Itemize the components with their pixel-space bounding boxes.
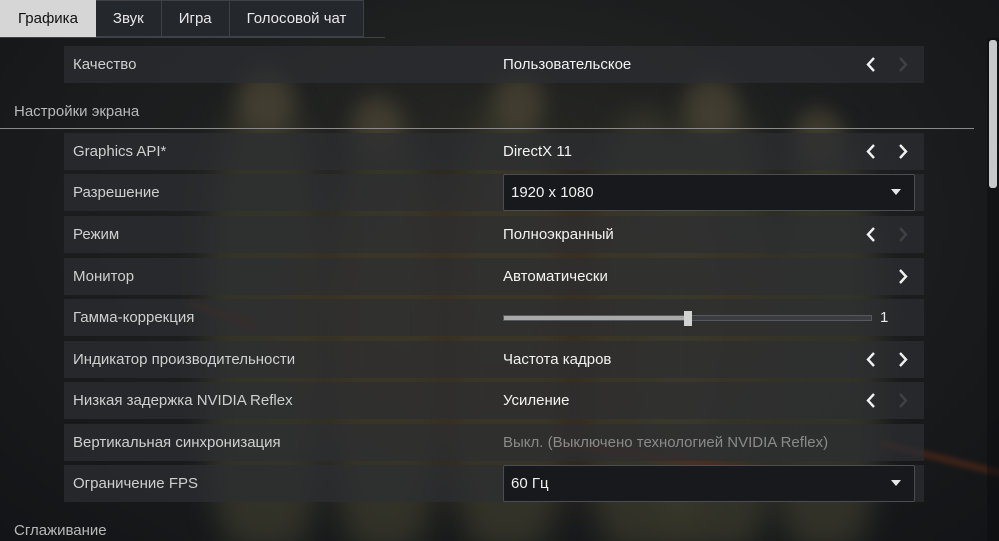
setting-label: Режим — [73, 226, 120, 243]
tab-graphics[interactable]: Графика — [0, 0, 96, 37]
tab-underline — [0, 37, 385, 38]
slider-fill — [504, 316, 688, 320]
chevron-left-icon[interactable] — [862, 141, 882, 162]
fps-limit-dropdown[interactable]: 60 Гц — [503, 465, 915, 502]
setting-row-mode: Режим Полноэкранный — [64, 216, 924, 253]
setting-label: Монитор — [73, 268, 135, 285]
chevron-left-icon[interactable] — [862, 224, 882, 245]
setting-value: Автоматически — [503, 268, 608, 285]
dropdown-value: 1920 x 1080 — [511, 184, 594, 201]
setting-value: Усиление — [503, 392, 570, 409]
chevron-right-icon — [892, 390, 912, 411]
tab-game[interactable]: Игра — [161, 0, 230, 37]
caret-down-icon — [891, 189, 901, 195]
gamma-slider[interactable] — [503, 311, 872, 326]
setting-label: Гамма-коррекция — [73, 309, 195, 326]
setting-value: Частота кадров — [503, 351, 612, 368]
section-heading-screen: Настройки экрана — [14, 103, 140, 120]
dropdown-value: 60 Гц — [511, 475, 549, 492]
setting-value: Пользовательское — [503, 56, 632, 73]
setting-label: Вертикальная синхронизация — [73, 434, 281, 451]
setting-label: Разрешение — [73, 184, 160, 201]
resolution-dropdown[interactable]: 1920 x 1080 — [503, 174, 915, 211]
slider-handle[interactable] — [683, 311, 692, 326]
setting-label: Ограничение FPS — [73, 475, 198, 492]
setting-value: DirectX 11 — [503, 143, 572, 160]
gamma-value: 1 — [880, 309, 889, 326]
settings-screen: Графика Звук Игра Голосовой чат Качество… — [0, 0, 999, 541]
setting-row-vsync: Вертикальная синхронизация Выкл. (Выключ… — [64, 424, 924, 461]
setting-row-nvidia-reflex: Низкая задержка NVIDIA Reflex Усиление — [64, 382, 924, 419]
setting-row-fps-limit: Ограничение FPS 60 Гц — [64, 465, 924, 502]
setting-row-graphics-api: Graphics API* DirectX 11 — [64, 133, 924, 170]
chevron-right-icon[interactable] — [892, 349, 912, 370]
setting-value: Полноэкранный — [503, 226, 614, 243]
setting-row-resolution: Разрешение 1920 x 1080 — [64, 174, 924, 211]
scrollbar-thumb[interactable] — [989, 40, 997, 188]
caret-down-icon — [891, 480, 901, 486]
chevron-left-icon[interactable] — [862, 54, 882, 75]
section-divider — [0, 128, 974, 129]
setting-label: Graphics API* — [73, 143, 167, 160]
setting-label: Индикатор производительности — [73, 351, 296, 368]
setting-label: Низкая задержка NVIDIA Reflex — [73, 392, 293, 409]
setting-row-quality: Качество Пользовательское — [64, 46, 924, 83]
setting-value: Выкл. (Выключено технологией NVIDIA Refl… — [503, 434, 829, 451]
chevron-left-icon[interactable] — [862, 349, 882, 370]
tab-bar: Графика Звук Игра Голосовой чат — [0, 0, 365, 37]
tab-voice-chat[interactable]: Голосовой чат — [229, 0, 365, 37]
setting-row-gamma: Гамма-коррекция 1 — [64, 299, 924, 336]
chevron-right-icon — [892, 54, 912, 75]
chevron-right-icon[interactable] — [892, 266, 912, 287]
chevron-left-icon[interactable] — [862, 390, 882, 411]
tab-sound[interactable]: Звук — [95, 0, 162, 37]
setting-row-performance-indicator: Индикатор производительности Частота кад… — [64, 341, 924, 378]
setting-label: Качество — [73, 56, 137, 73]
chevron-right-icon[interactable] — [892, 141, 912, 162]
setting-row-monitor: Монитор Автоматически — [64, 258, 924, 295]
section-heading-antialiasing: Сглаживание — [14, 522, 107, 539]
chevron-right-icon — [892, 224, 912, 245]
